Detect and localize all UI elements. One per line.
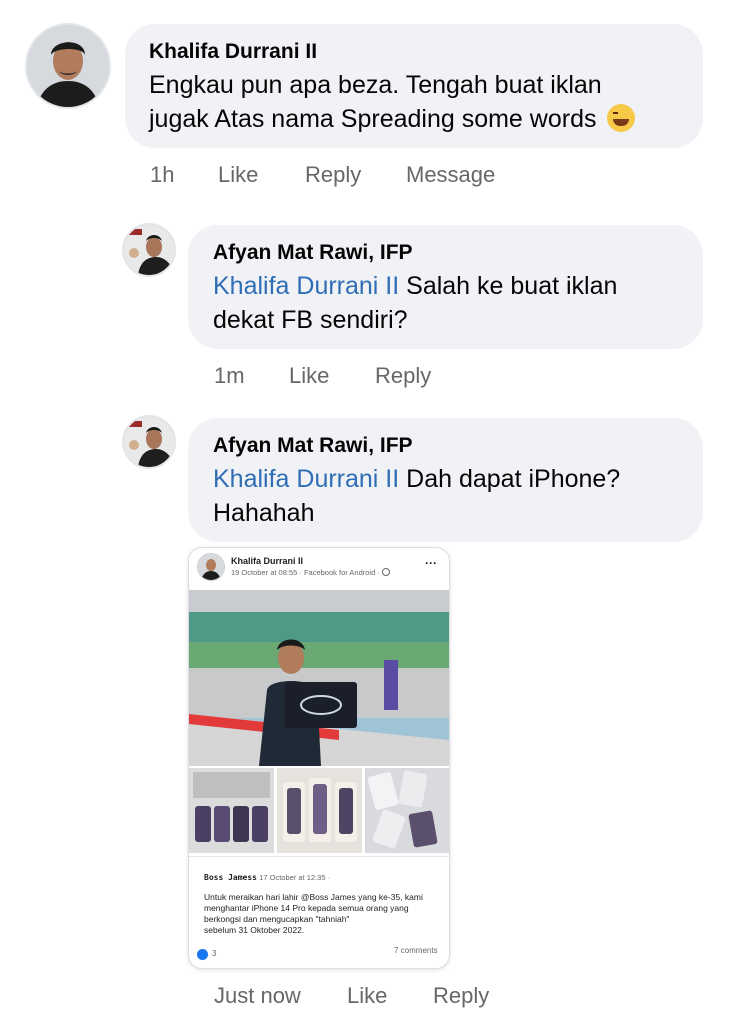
comment-text-line: Dah dapat iPhone?: [399, 465, 621, 493]
comment-text-line: Hahahah: [213, 499, 315, 527]
reply-button[interactable]: Reply: [375, 363, 431, 389]
reaction-count: 3: [212, 949, 217, 958]
comment-actions: 1h Like Reply Message: [150, 162, 495, 188]
post-thumbnail: [365, 768, 449, 853]
laughing-tears-emoji-icon: [607, 104, 636, 132]
post-thumbnail: [277, 768, 362, 853]
avatar-afyan[interactable]: [122, 415, 176, 469]
reply-button[interactable]: Reply: [305, 162, 406, 188]
attachment-meta-text: 19 October at 08:55 · Facebook for Andro…: [231, 568, 380, 577]
mention-link[interactable]: Khalifa Durrani II: [213, 272, 399, 300]
post-thumbnail: [189, 768, 274, 853]
comment-bubble: Khalifa Durrani II Engkau pun apa beza. …: [125, 24, 703, 148]
person-photo-icon: [124, 225, 174, 275]
comment-timestamp[interactable]: Just now: [214, 983, 347, 1009]
racetrack-photo-icon: [189, 590, 449, 766]
comment-text: Khalifa Durrani II Salah ke buat iklan d…: [213, 269, 693, 337]
comment-text: Khalifa Durrani II Dah dapat iPhone? Hah…: [213, 462, 693, 530]
comment-timestamp[interactable]: 1h: [150, 162, 218, 188]
comment-text-line: Engkau pun apa beza. Tengah buat iklan: [149, 71, 602, 99]
mention-link[interactable]: Khalifa Durrani II: [213, 465, 399, 493]
comment-actions: Just now Like Reply: [214, 983, 489, 1009]
body-line: berkongsi dan mengucapkan "tahniah": [204, 914, 350, 924]
attachment-author: Khalifa Durrani II: [231, 556, 304, 566]
person-photo-icon: [27, 25, 109, 107]
comment-author[interactable]: Afyan Mat Rawi, IFP: [213, 434, 413, 458]
comment-author[interactable]: Afyan Mat Rawi, IFP: [213, 241, 413, 265]
comments-count: 7 comments: [394, 946, 438, 955]
like-button[interactable]: Like: [289, 363, 375, 389]
shared-post-header: Boss Jamess 17 October at 12:35 ·: [204, 873, 330, 882]
shared-post-body: Untuk meraikan hari lahir @Boss James ya…: [204, 892, 444, 936]
body-line: Untuk meraikan hari lahir @Boss James ya…: [204, 892, 423, 902]
comment-author[interactable]: Khalifa Durrani II: [149, 40, 317, 64]
comment-bubble: Afyan Mat Rawi, IFP Khalifa Durrani II S…: [188, 225, 703, 349]
comment-text-line: Salah ke buat iklan: [399, 272, 618, 300]
comment-text: Engkau pun apa beza. Tengah buat iklan j…: [149, 68, 694, 136]
more-options-icon: ···: [425, 556, 437, 570]
post-main-photo: [189, 590, 449, 766]
attached-image[interactable]: Khalifa Durrani II 19 October at 08:55 ·…: [188, 547, 450, 969]
comment-actions: 1m Like Reply: [214, 363, 431, 389]
phone-boxes-photo-icon: [189, 768, 274, 853]
like-button[interactable]: Like: [218, 162, 305, 188]
shared-time: 17 October at 12:35 ·: [259, 873, 331, 882]
phone-boxes-photo-icon: [365, 768, 449, 853]
body-line: menghantar iPhone 14 Pro kepada semua or…: [204, 903, 409, 913]
avatar-khalifa[interactable]: [25, 23, 111, 109]
phone-boxes-photo-icon: [277, 768, 362, 853]
like-button[interactable]: Like: [347, 983, 433, 1009]
globe-icon: [381, 568, 390, 576]
like-reaction-icon: [197, 949, 208, 960]
attachment-meta: 19 October at 08:55 · Facebook for Andro…: [231, 568, 390, 577]
reply-button[interactable]: Reply: [433, 983, 489, 1009]
comment-bubble: Afyan Mat Rawi, IFP Khalifa Durrani II D…: [188, 418, 703, 542]
body-line: sebelum 31 Oktober 2022.: [204, 925, 305, 935]
avatar-afyan[interactable]: [122, 223, 176, 277]
person-photo-icon: [198, 554, 224, 580]
attachment-avatar: [197, 553, 225, 581]
comment-timestamp[interactable]: 1m: [214, 363, 289, 389]
shared-author: Boss Jamess: [204, 873, 257, 882]
comment-text-line: dekat FB sendiri?: [213, 306, 408, 334]
message-button[interactable]: Message: [406, 162, 495, 188]
person-photo-icon: [124, 417, 174, 467]
comment-text-line: jugak Atas nama Spreading some words: [149, 105, 597, 133]
divider: [189, 856, 449, 857]
